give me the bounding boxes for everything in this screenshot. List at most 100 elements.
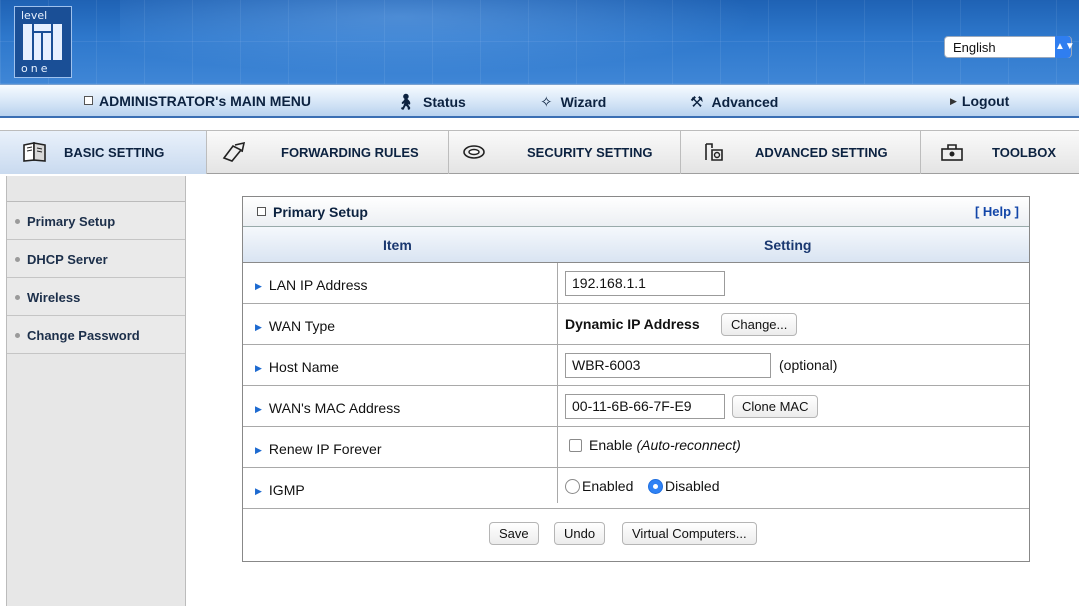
bullet-icon bbox=[15, 219, 20, 224]
row-label: ▶ WAN Type bbox=[255, 318, 335, 334]
language-value: English bbox=[953, 40, 996, 55]
tab-security-setting[interactable]: SECURITY SETTING bbox=[449, 131, 681, 174]
square-bullet-icon bbox=[257, 207, 266, 216]
renew-ip-checkbox-label: Enable (Auto-reconnect) bbox=[589, 437, 741, 453]
logo-top-text: level bbox=[21, 9, 48, 22]
row-label: ▶ IGMP bbox=[255, 482, 305, 498]
panel-title-text: Primary Setup bbox=[273, 204, 368, 220]
tab-forwarding-rules[interactable]: FORWARDING RULES bbox=[207, 131, 449, 174]
tab-basic-setting-label: BASIC SETTING bbox=[64, 145, 165, 160]
sidebar-item-label: DHCP Server bbox=[27, 252, 108, 267]
igmp-enabled-label: Enabled bbox=[582, 478, 634, 494]
igmp-disabled-label: Disabled bbox=[665, 478, 720, 494]
column-header-item: Item bbox=[383, 237, 412, 253]
virtual-computers-button[interactable]: Virtual Computers... bbox=[622, 522, 757, 545]
sidebar-item-label: Change Password bbox=[27, 328, 140, 343]
lan-ip-input[interactable]: 192.168.1.1 bbox=[565, 271, 725, 296]
header-banner: level one English ▲▼ bbox=[0, 0, 1079, 84]
wizard-menu-link[interactable]: ✧ Wizard bbox=[540, 93, 606, 111]
tab-toolbox[interactable]: TOOLBOX bbox=[921, 131, 1079, 174]
help-link[interactable]: [ Help ] bbox=[975, 204, 1019, 219]
tab-bar: BASIC SETTING FORWARDING RULES SECURITY … bbox=[0, 130, 1079, 174]
renew-ip-checkbox[interactable] bbox=[569, 439, 582, 452]
triangle-right-icon: ▶ bbox=[255, 486, 262, 496]
sidebar-item-label: Primary Setup bbox=[27, 214, 116, 229]
status-menu-link[interactable]: 🚶︎ Status bbox=[396, 93, 466, 111]
table-row-renew-ip: ▶ Renew IP Forever Enable (Auto-reconnect… bbox=[243, 427, 1029, 468]
save-button[interactable]: Save bbox=[489, 522, 539, 545]
panel-title-bar: Primary Setup [ Help ] bbox=[243, 197, 1029, 227]
triangle-right-icon: ▶ bbox=[255, 445, 262, 455]
security-icon bbox=[463, 145, 485, 159]
enable-label: Enable bbox=[589, 437, 633, 453]
tab-advanced-setting[interactable]: ADVANCED SETTING bbox=[681, 131, 921, 174]
table-row-wan-mac: ▶ WAN's MAC Address 00-11-6B-66-7F-E9 Clo… bbox=[243, 386, 1029, 427]
book-icon bbox=[23, 142, 46, 162]
logout-label: Logout bbox=[961, 93, 1010, 109]
admin-main-menu-link[interactable]: ADMINISTRATOR's MAIN MENU bbox=[84, 93, 311, 109]
wizard-menu-label: Wizard bbox=[560, 94, 607, 110]
sidebar-item-wireless[interactable]: Wireless bbox=[7, 278, 185, 316]
triangle-right-icon: ▶ bbox=[255, 404, 262, 414]
igmp-disabled-radio[interactable] bbox=[648, 479, 663, 494]
banner-glow bbox=[120, 0, 820, 84]
tab-security-setting-label: SECURITY SETTING bbox=[527, 145, 653, 160]
host-name-label: Host Name bbox=[268, 359, 339, 375]
advanced-menu-link[interactable]: ⚒ Advanced bbox=[690, 93, 778, 111]
advanced-menu-label: Advanced bbox=[711, 94, 779, 110]
triangle-right-icon: ▶ bbox=[255, 281, 262, 291]
table-row-igmp: ▶ IGMP Enabled Disabled bbox=[243, 468, 1029, 509]
triangle-right-icon: ▶ bbox=[255, 363, 262, 373]
sidebar-item-primary-setup[interactable]: Primary Setup bbox=[7, 202, 185, 240]
primary-setup-panel: Primary Setup [ Help ] Item Setting ▶ LAN… bbox=[242, 196, 1030, 562]
table-row-host-name: ▶ Host Name WBR-6003 (optional) bbox=[243, 345, 1029, 386]
toolbox-icon bbox=[941, 144, 963, 161]
igmp-enabled-radio[interactable] bbox=[565, 479, 580, 494]
tab-basic-setting[interactable]: BASIC SETTING bbox=[0, 131, 207, 174]
logo-bottom-text: one bbox=[21, 62, 51, 75]
logo-mark-icon bbox=[23, 24, 63, 60]
row-label: ▶ Host Name bbox=[255, 359, 339, 375]
wan-mac-label: WAN's MAC Address bbox=[268, 400, 401, 416]
advanced-icon bbox=[705, 143, 723, 161]
row-label: ▶ WAN's MAC Address bbox=[255, 400, 400, 416]
wan-mac-input[interactable]: 00-11-6B-66-7F-E9 bbox=[565, 394, 725, 419]
wan-type-value: Dynamic IP Address bbox=[565, 316, 700, 332]
clone-mac-button[interactable]: Clone MAC bbox=[732, 395, 819, 418]
main-menu-bar: ADMINISTRATOR's MAIN MENU 🚶︎ Status ✧ Wiza… bbox=[0, 84, 1079, 118]
row-label: ▶ LAN IP Address bbox=[255, 277, 368, 293]
table-row-wan-type: ▶ WAN Type Dynamic IP Address Change... bbox=[243, 304, 1029, 345]
logout-link[interactable]: ▶ Logout bbox=[950, 93, 1009, 109]
status-icon: 🚶︎ bbox=[396, 94, 416, 111]
auto-reconnect-note: (Auto-reconnect) bbox=[636, 437, 741, 453]
bullet-icon bbox=[15, 333, 20, 338]
wan-type-label: WAN Type bbox=[268, 318, 336, 334]
change-wan-type-button[interactable]: Change... bbox=[721, 313, 798, 336]
bullet-icon bbox=[15, 257, 20, 262]
undo-button[interactable]: Undo bbox=[554, 522, 606, 545]
sidebar-item-change-password[interactable]: Change Password bbox=[7, 316, 185, 354]
wizard-icon: ✧ bbox=[540, 94, 553, 111]
sidebar-item-label: Wireless bbox=[27, 290, 81, 305]
igmp-label: IGMP bbox=[268, 482, 305, 498]
button-row: Save Undo Virtual Computers... bbox=[243, 509, 1029, 559]
triangle-right-icon: ▶ bbox=[255, 322, 262, 332]
host-name-optional-note: (optional) bbox=[779, 357, 838, 373]
advanced-menu-icon: ⚒ bbox=[690, 94, 704, 111]
panel-title: Primary Setup bbox=[257, 204, 368, 220]
status-menu-label: Status bbox=[423, 94, 466, 110]
table-row-lan-ip: ▶ LAN IP Address 192.168.1.1 bbox=[243, 263, 1029, 304]
host-name-input[interactable]: WBR-6003 bbox=[565, 353, 771, 378]
table-header: Item Setting bbox=[243, 227, 1029, 263]
tab-toolbox-label: TOOLBOX bbox=[992, 145, 1057, 160]
square-bullet-icon bbox=[84, 96, 93, 105]
tab-advanced-setting-label: ADVANCED SETTING bbox=[755, 145, 888, 160]
sidebar: Primary Setup DHCP Server Wireless Chang… bbox=[6, 176, 186, 606]
tab-forwarding-rules-label: FORWARDING RULES bbox=[281, 145, 419, 160]
select-arrows-icon: ▲▼ bbox=[1055, 36, 1075, 58]
language-select[interactable]: English ▲▼ bbox=[944, 36, 1075, 58]
levelone-logo: level one bbox=[14, 6, 72, 78]
lan-ip-label: LAN IP Address bbox=[268, 277, 368, 293]
sidebar-item-dhcp-server[interactable]: DHCP Server bbox=[7, 240, 185, 278]
sidebar-header bbox=[7, 176, 185, 202]
